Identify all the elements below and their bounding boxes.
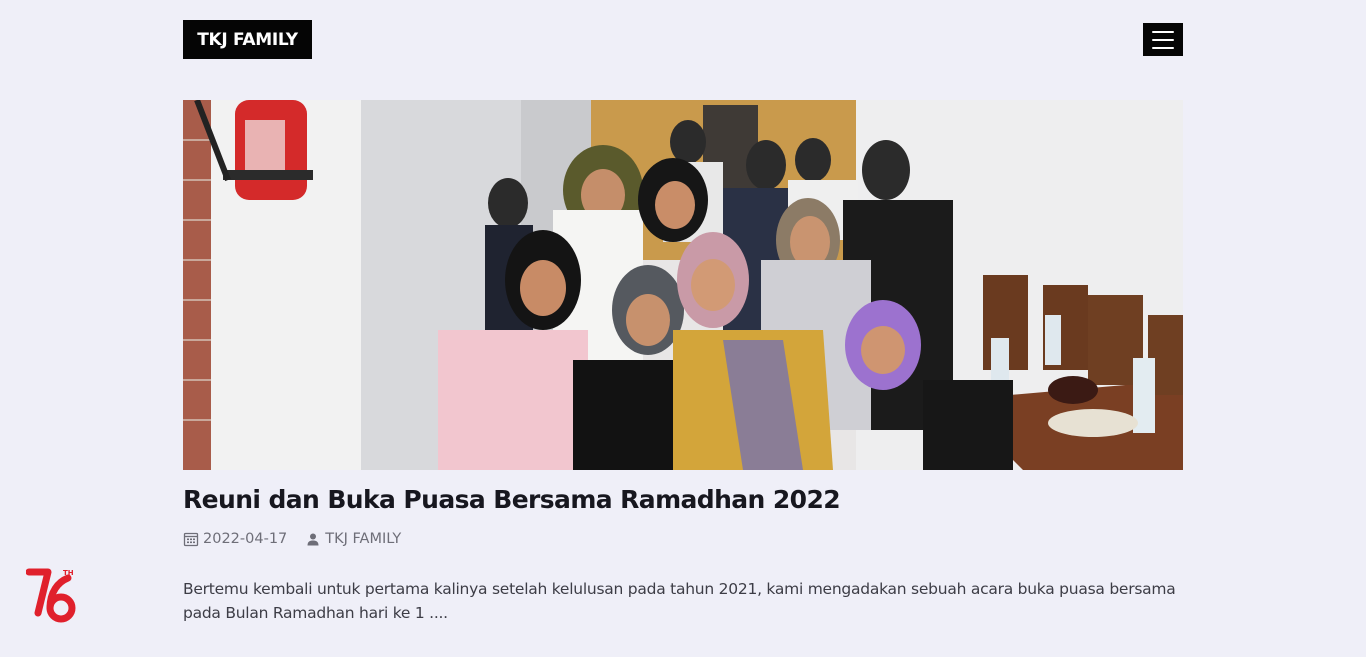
anniversary-76-badge: TH	[25, 568, 78, 626]
calendar-icon	[183, 532, 199, 547]
post-excerpt: Bertemu kembali untuk pertama kalinya se…	[183, 580, 1176, 622]
post-author[interactable]: TKJ FAMILY	[305, 531, 401, 547]
post-author-text: TKJ FAMILY	[325, 531, 402, 547]
hamburger-icon-bar	[1152, 46, 1174, 49]
anniversary-76-logo: TH	[25, 568, 76, 623]
user-icon	[307, 533, 319, 546]
page: TKJ FAMILY Reuni dan Buka Puasa Bersama …	[0, 0, 1366, 657]
post-title[interactable]: Reuni dan Buka Puasa Bersama Ramadhan 20…	[183, 485, 841, 514]
post-date-text: 2022-04-17	[203, 531, 288, 547]
hamburger-icon-bar	[1152, 38, 1174, 41]
post-featured-image[interactable]	[183, 100, 1183, 470]
badge-suffix: TH	[63, 569, 74, 577]
post-meta: 2022-04-17 TKJ FAMILY	[183, 531, 401, 547]
post-date: 2022-04-17	[183, 531, 287, 547]
hamburger-icon	[1152, 30, 1174, 33]
site-logo[interactable]: TKJ FAMILY	[183, 20, 312, 59]
menu-toggle-button[interactable]	[1143, 23, 1183, 56]
group-photo	[183, 100, 1183, 470]
